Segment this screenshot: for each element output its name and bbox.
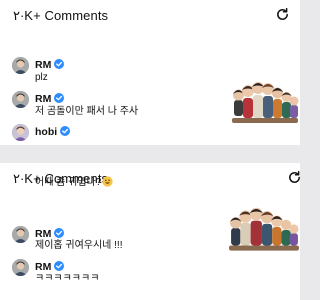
comment-author[interactable]: RM xyxy=(35,93,65,105)
verified-badge-icon xyxy=(54,93,65,103)
comment-author[interactable]: RM xyxy=(35,228,65,240)
comment-text: ㅋㅋㅋㅋㅋㅋㅋ xyxy=(35,273,100,284)
comments-header: ۲·K+ Comments xyxy=(0,0,300,28)
comment-text: plz xyxy=(35,72,48,83)
comments-panel-bottom: ۲·K+ Comments 어때 좀 귀엽나? RM 제이홉 귀여우시네 !!! xyxy=(0,163,300,300)
hobi-avatar[interactable] xyxy=(12,124,29,141)
verified-badge-icon xyxy=(54,261,65,271)
refresh-icon[interactable] xyxy=(287,170,300,185)
rm-avatar[interactable] xyxy=(12,57,29,74)
comment-text: 제이홉 귀여우시네 !!! xyxy=(35,240,123,251)
comment-author[interactable]: RM xyxy=(35,261,65,273)
grinning-face-icon xyxy=(102,176,113,187)
rm-avatar[interactable] xyxy=(12,226,29,243)
verified-badge-icon xyxy=(54,59,65,69)
refresh-icon[interactable] xyxy=(275,7,290,22)
verified-badge-icon xyxy=(60,126,71,136)
comment-author[interactable]: hobi xyxy=(35,126,71,138)
verified-badge-icon xyxy=(54,228,65,238)
rm-avatar[interactable] xyxy=(12,259,29,276)
comment-text: 어때 좀 귀엽나? xyxy=(35,176,113,189)
comments-panel-top: ۲·K+ Comments RM plz RM 저 곰돌이만 패서 나 주사 h… xyxy=(0,0,300,145)
comment-author[interactable]: RM xyxy=(35,59,65,71)
comment-text: 저 곰돌이만 패서 나 주사 xyxy=(35,106,139,117)
attached-photo[interactable] xyxy=(228,204,300,254)
attached-photo[interactable] xyxy=(230,78,300,126)
comments-title: ۲·K+ Comments xyxy=(13,8,109,23)
rm-avatar[interactable] xyxy=(12,91,29,108)
